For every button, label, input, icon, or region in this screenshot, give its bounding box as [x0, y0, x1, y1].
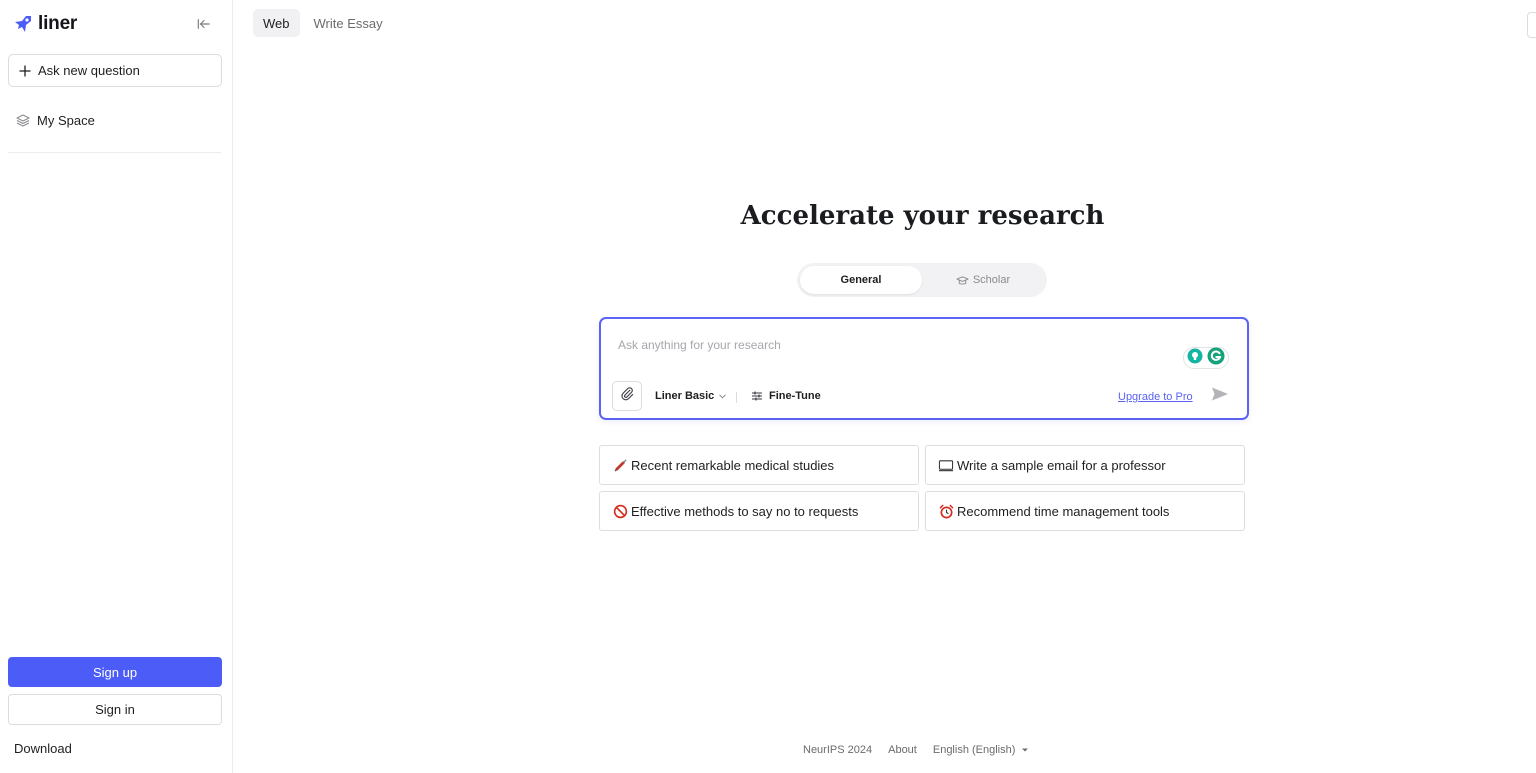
- top-tabs: Web Write Essay: [253, 9, 397, 37]
- suggestion-text: Recommend time management tools: [957, 503, 1170, 519]
- suggestion-card[interactable]: Effective methods to say no to requests: [599, 491, 919, 531]
- alarm-clock-icon: [938, 503, 954, 519]
- tab-write-essay[interactable]: Write Essay: [304, 9, 393, 37]
- sidebar: liner Ask new question My Space Sign up …: [0, 0, 233, 773]
- plus-icon: [18, 64, 32, 78]
- footer-event-link[interactable]: NeurIPS 2024: [803, 744, 872, 756]
- mode-general-label: General: [840, 274, 882, 286]
- syringe-icon: [612, 457, 628, 473]
- download-link[interactable]: Download: [14, 741, 72, 756]
- suggestion-text: Recent remarkable medical studies: [631, 457, 835, 473]
- layers-icon: [16, 113, 30, 127]
- divider: [736, 392, 737, 403]
- ask-new-question-button[interactable]: Ask new question: [8, 54, 222, 87]
- language-select[interactable]: English (English): [933, 744, 1016, 756]
- lightbulb-icon[interactable]: [1187, 348, 1203, 369]
- sidebar-divider: [8, 152, 221, 153]
- send-icon: [1211, 386, 1229, 407]
- collapse-sidebar-icon[interactable]: [195, 15, 213, 33]
- ask-new-question-label: Ask new question: [38, 63, 140, 78]
- grammarly-icon[interactable]: [1207, 347, 1225, 370]
- fine-tune-label: Fine-Tune: [769, 390, 821, 402]
- suggestion-card[interactable]: Recent remarkable medical studies: [599, 445, 919, 485]
- sign-up-button[interactable]: Sign up: [8, 657, 222, 687]
- my-space-label: My Space: [37, 112, 95, 128]
- sidebar-item-my-space[interactable]: My Space: [8, 108, 222, 132]
- suggestion-card[interactable]: Recommend time management tools: [925, 491, 1245, 531]
- sliders-icon: [751, 390, 763, 402]
- laptop-icon: [938, 457, 954, 473]
- search-input[interactable]: [618, 335, 1158, 355]
- graduation-cap-icon: [956, 274, 969, 287]
- page-title: Accelerate your research: [740, 201, 1105, 231]
- send-button[interactable]: [1210, 387, 1230, 405]
- paperclip-icon: [620, 386, 635, 406]
- brand-name: liner: [38, 13, 78, 34]
- caret-down-icon: [1021, 746, 1029, 754]
- footer-about-link[interactable]: About: [888, 744, 917, 756]
- language-label: English (English): [932, 744, 1016, 756]
- attach-file-button[interactable]: [612, 381, 642, 411]
- mode-general[interactable]: General: [800, 266, 922, 294]
- footer: NeurIPS 2024 About English (English): [803, 744, 1029, 756]
- no-entry-icon: [612, 503, 628, 519]
- fine-tune-button[interactable]: Fine-Tune: [751, 390, 821, 402]
- suggestion-card[interactable]: Write a sample email for a professor: [925, 445, 1245, 485]
- top-right-button[interactable]: [1527, 12, 1536, 38]
- liner-logo-icon: [13, 14, 33, 34]
- suggestion-text: Write a sample email for a professor: [957, 457, 1166, 473]
- mode-scholar-label: Scholar: [972, 274, 1011, 286]
- search-box: Liner Basic Fine-Tune Upgrade to Pro: [599, 317, 1249, 420]
- model-select-label: Liner Basic: [655, 390, 715, 402]
- model-select[interactable]: Liner Basic: [655, 390, 727, 402]
- chevron-down-icon: [718, 392, 727, 401]
- tab-web[interactable]: Web: [253, 9, 300, 37]
- mode-scholar[interactable]: Scholar: [922, 266, 1044, 294]
- sign-in-button[interactable]: Sign in: [8, 694, 222, 725]
- mode-toggle: General Scholar: [797, 263, 1047, 297]
- logo[interactable]: liner: [13, 12, 221, 36]
- suggestion-text: Effective methods to say no to requests: [631, 503, 859, 519]
- extension-icons: [1183, 347, 1229, 369]
- upgrade-to-pro-link[interactable]: Upgrade to Pro: [1118, 391, 1193, 403]
